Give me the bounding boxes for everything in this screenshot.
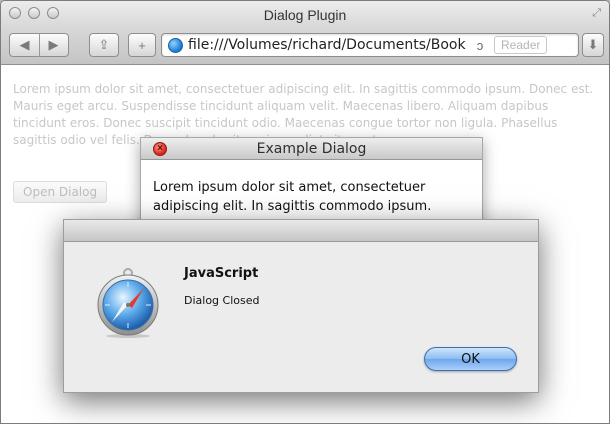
close-icon[interactable]: × [153,142,167,156]
share-button[interactable]: ⇪ [89,33,119,57]
example-dialog-titlebar: × Example Dialog [141,138,482,160]
window-title: Dialog Plugin [263,7,347,23]
open-dialog-button[interactable]: Open Dialog [13,181,108,203]
alert-titlebar [64,220,538,242]
example-dialog-title: Example Dialog [256,141,367,157]
segment-divider [39,33,40,57]
safari-compass-icon [97,268,159,338]
add-bookmark-button[interactable]: + [128,33,156,57]
back-button[interactable]: ◀ [10,37,39,53]
forward-button[interactable]: ▶ [39,37,68,53]
alert-heading: JavaScript [184,266,259,281]
fullscreen-icon[interactable]: ⤢ [592,7,601,20]
address-bar[interactable]: file:///Volumes/richard/Documents/Book ↄ… [161,33,579,57]
globe-icon [168,37,183,53]
javascript-alert: JavaScript Dialog Closed OK [63,219,539,393]
title-bar: Dialog Plugin ⤢ ◀ ▶ ⇪ + file:///Volumes/… [1,1,609,65]
url-text[interactable]: file:///Volumes/richard/Documents/Book [188,37,468,53]
reload-icon[interactable]: ↄ [472,38,488,53]
reader-button[interactable]: Reader [494,36,548,54]
downloads-button[interactable]: ⬇ [582,33,604,57]
ok-button[interactable]: OK [424,347,517,371]
alert-message: Dialog Closed [184,294,260,307]
example-dialog-body: Lorem ipsum dolor sit amet, consectetuer… [153,180,432,214]
browser-window: Dialog Plugin ⤢ ◀ ▶ ⇪ + file:///Volumes/… [0,0,610,424]
